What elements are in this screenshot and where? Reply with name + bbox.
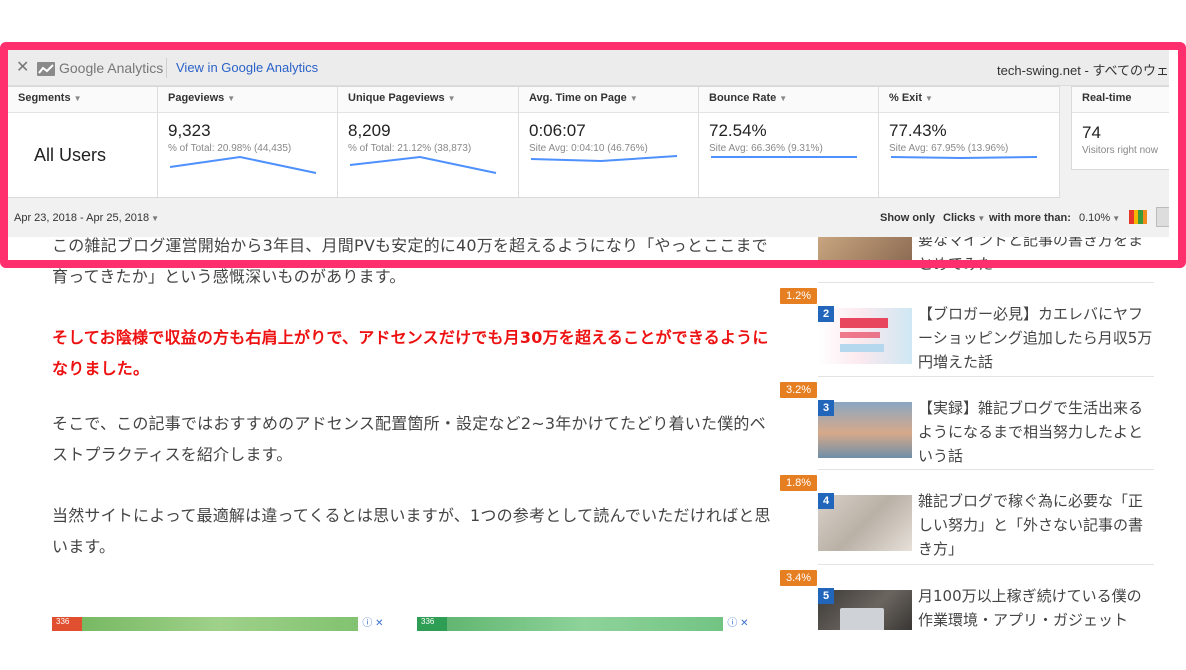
ad-banner[interactable]: 336 ⓘ ✕ xyxy=(52,617,388,631)
rank-number-badge: 5 xyxy=(818,588,834,604)
click-rate-badge: 1.8% xyxy=(780,475,818,491)
divider xyxy=(818,376,1154,377)
divider xyxy=(818,564,1154,565)
rank-number-badge: 2 xyxy=(818,306,834,322)
post-title-link[interactable]: 【ブロガー必見】カエレバにヤフーショッピング追加したら月収5万円増えた話 xyxy=(918,302,1154,374)
click-rate-badge: 3.4% xyxy=(780,570,818,586)
post-title-link[interactable]: 【実録】雑記ブログで生活出来るようになるまで相当努力したよという話 xyxy=(918,396,1154,468)
popular-posts-sidebar: 要なマインドと記事の書き方をまとめてみた 1.2% 2 【ブロガー必見】カエレバ… xyxy=(778,230,1156,630)
divider xyxy=(818,469,1154,470)
article-paragraph: そこで、この記事ではおすすめのアドセンス配置箇所・設定など2~3年かけてたどり着… xyxy=(52,414,766,464)
thumbnail-banner xyxy=(840,318,888,328)
ad-tag: 336 xyxy=(52,617,82,631)
laptop-image xyxy=(840,608,884,630)
thumbnail-banner xyxy=(840,344,884,352)
rank-number-badge: 3 xyxy=(818,400,834,416)
post-title-link[interactable]: 月100万以上稼ぎ続けている僕の作業環境・アプリ・ガジェット xyxy=(918,584,1154,630)
article-highlight-paragraph: そしてお陰様で収益の方も右肩上がりで、アドセンスだけでも月30万を超えることがで… xyxy=(52,328,769,378)
article-paragraph: 当然サイトによって最適解は違ってくるとは思いますが、1つの参考として読んでいただ… xyxy=(52,506,771,556)
highlight-frame xyxy=(0,42,1186,268)
ad-close-icon[interactable]: ⓘ ✕ xyxy=(723,617,753,631)
thumbnail-banner xyxy=(840,332,880,338)
post-title-link[interactable]: 雑記ブログで稼ぐ為に必要な「正しい努力」と「外さない記事の書き方」 xyxy=(918,489,1154,561)
rank-number-badge: 4 xyxy=(818,493,834,509)
ad-close-icon[interactable]: ⓘ ✕ xyxy=(358,617,388,631)
click-rate-badge: 1.2% xyxy=(780,288,818,304)
divider xyxy=(818,282,1154,283)
click-rate-badge: 3.2% xyxy=(780,382,818,398)
ad-tag: 336 xyxy=(417,617,447,631)
ad-banner[interactable]: 336 ⓘ ✕ xyxy=(417,617,753,631)
